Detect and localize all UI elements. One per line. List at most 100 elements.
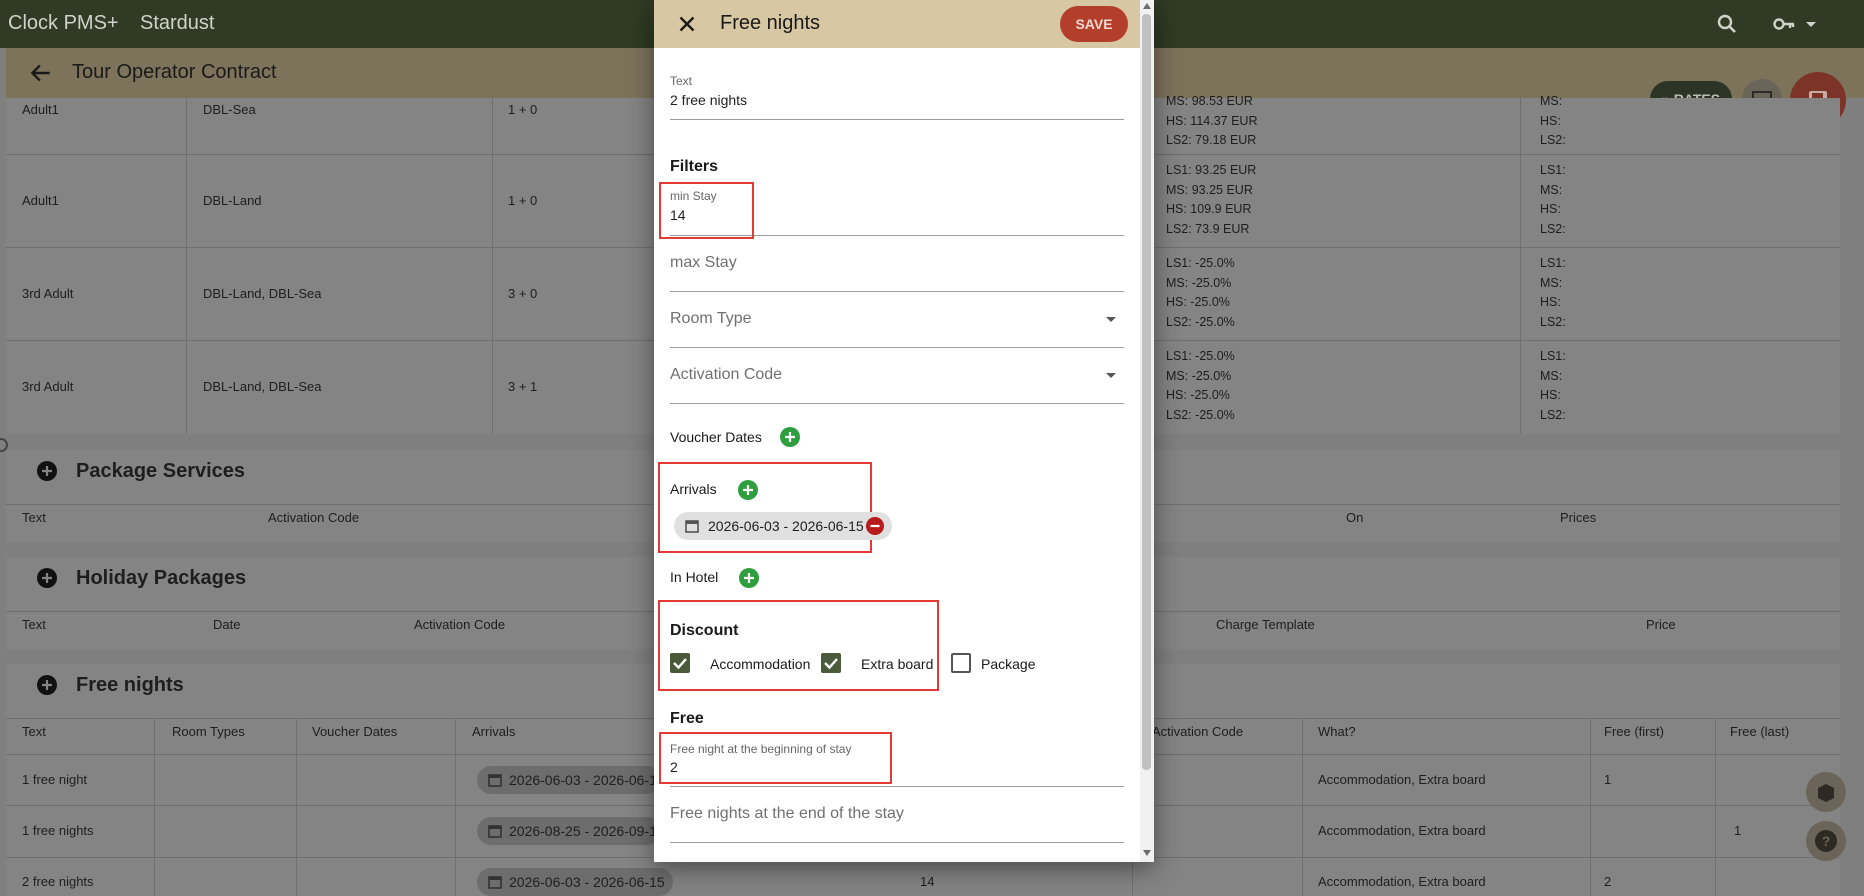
scroll-up-arrow-icon[interactable]	[1143, 3, 1151, 9]
hotel-name[interactable]: Stardust	[140, 12, 214, 35]
voucher-dates-label: Voucher Dates	[670, 429, 762, 445]
dropdown-arrow-icon[interactable]	[1106, 317, 1116, 322]
table-cell: Accommodation, Extra board	[1318, 874, 1486, 889]
column-header[interactable]: Text	[22, 617, 46, 632]
search-icon[interactable]	[1715, 12, 1739, 36]
table-cell: Accommodation, Extra board	[1318, 823, 1486, 838]
add-circle-icon[interactable]	[36, 567, 58, 589]
price-line: MS: 98.53 EUR	[1166, 94, 1253, 108]
table-cell: 2 free nights	[22, 874, 94, 889]
guide-button[interactable]	[1806, 772, 1846, 812]
arrival-chip-label: 2026-08-25 - 2026-09-10	[509, 823, 661, 839]
arrival-chip[interactable]: 2026-08-25 - 2026-09-10	[477, 817, 661, 845]
dialog-title: Free nights	[720, 12, 821, 34]
price-line: HS:	[1540, 388, 1561, 402]
arrival-chip[interactable]: 2026-06-03 - 2026-06-15	[477, 868, 673, 896]
price-line: LS2:	[1540, 133, 1566, 147]
field-placeholder: Free nights at the end of the stay	[670, 805, 904, 822]
extra-board-checkbox[interactable]	[821, 653, 841, 673]
column-header[interactable]: Arrivals	[472, 724, 515, 739]
column-header[interactable]: Free (last)	[1730, 724, 1789, 739]
price-line: LS2:	[1540, 314, 1566, 329]
price-line: HS: -25.0%	[1166, 388, 1230, 402]
table-cell: 1 free night	[22, 772, 88, 787]
column-header[interactable]: Charge Template	[1216, 617, 1315, 632]
price-line: HS: 114.37 EUR	[1166, 113, 1258, 128]
column-header[interactable]: Activation Code	[414, 617, 505, 632]
price-line: MS:	[1540, 275, 1563, 290]
add-in-hotel-icon[interactable]	[739, 568, 759, 588]
price-line: LS2: 79.18 EUR	[1166, 133, 1257, 147]
price-line: LS2:	[1540, 221, 1566, 236]
arrivals-label: Arrivals	[670, 481, 717, 497]
remove-circle-icon[interactable]	[866, 517, 884, 535]
price-line: LS1: -25.0%	[1166, 256, 1235, 270]
price-line: HS:	[1540, 202, 1561, 216]
text-field[interactable]: Text 2 free nights	[670, 66, 1124, 120]
key-icon[interactable]	[1772, 12, 1796, 36]
column-header[interactable]: Voucher Dates	[312, 724, 397, 739]
table-cell: DBL-Land, DBL-Sea	[203, 286, 322, 301]
column-header[interactable]: Text	[22, 724, 46, 739]
help-button[interactable]: ?	[1806, 821, 1846, 861]
price-line: LS1: 93.25 EUR	[1166, 163, 1257, 177]
scrollbar-thumb[interactable]	[1142, 14, 1151, 770]
price-line: LS2: -25.0%	[1166, 407, 1235, 422]
table-cell: 3 + 0	[508, 286, 538, 301]
scroll-down-arrow-icon[interactable]	[1143, 850, 1151, 856]
back-arrow-icon[interactable]	[28, 60, 54, 86]
book-icon	[1818, 784, 1834, 802]
activation-code-select[interactable]: Activation Code	[670, 348, 1124, 404]
column-header[interactable]: What?	[1318, 724, 1356, 739]
table-cell: 1 free nights	[22, 823, 94, 838]
free-end-field[interactable]: Free nights at the end of the stay	[670, 787, 1124, 843]
accommodation-checkbox[interactable]	[670, 653, 690, 673]
highlight-box	[658, 600, 939, 691]
checkbox-label[interactable]: Extra board	[861, 656, 933, 672]
table-cell: 14	[920, 874, 935, 889]
column-header[interactable]: Text	[22, 510, 46, 525]
calendar-icon	[488, 876, 502, 889]
checkbox-label[interactable]: Accommodation	[710, 656, 810, 672]
column-header[interactable]: Free (first)	[1604, 724, 1664, 739]
app-brand[interactable]: Clock PMS+	[8, 12, 119, 35]
room-type-select[interactable]: Room Type	[670, 292, 1124, 348]
max-stay-field[interactable]: max Stay	[670, 236, 1124, 292]
table-cell: DBL-Sea	[203, 102, 256, 117]
close-icon[interactable]	[674, 11, 700, 37]
arrival-date-chip[interactable]: 2026-06-03 - 2026-06-15	[674, 512, 892, 540]
save-button[interactable]: SAVE	[1060, 6, 1128, 42]
package-checkbox[interactable]	[951, 653, 971, 673]
column-header[interactable]: Activation Code	[1152, 724, 1243, 739]
column-header[interactable]: Activation Code	[268, 510, 359, 525]
column-header[interactable]: On	[1346, 510, 1363, 525]
column-header[interactable]: Price	[1646, 617, 1676, 632]
add-voucher-date-icon[interactable]	[780, 427, 800, 447]
price-line: HS:	[1540, 295, 1561, 309]
price-line: LS1:	[1540, 256, 1566, 270]
highlight-box	[659, 182, 754, 239]
add-arrival-icon[interactable]	[738, 480, 758, 500]
discount-heading: Discount	[670, 622, 739, 639]
table-cell: 3 + 1	[508, 379, 538, 394]
arrival-chip-label: 2026-06-03 - 2026-06-15	[708, 518, 864, 534]
field-value[interactable]: 2 free nights	[670, 92, 747, 108]
section-title: Holiday Packages	[76, 567, 247, 589]
page-title: Tour Operator Contract	[72, 61, 277, 83]
field-label: Text	[670, 74, 693, 88]
column-header[interactable]: Prices	[1560, 510, 1596, 525]
dropdown-arrow-icon[interactable]	[1106, 373, 1116, 378]
checkmark-icon	[673, 658, 687, 670]
add-circle-icon[interactable]	[36, 674, 58, 696]
column-header[interactable]: Date	[213, 617, 240, 632]
table-cell: DBL-Land	[203, 193, 262, 208]
table-cell: Adult1	[22, 193, 59, 208]
chevron-down-icon[interactable]	[1804, 12, 1818, 36]
add-circle-icon[interactable]	[36, 460, 58, 482]
checkmark-icon	[824, 658, 838, 670]
field-placeholder: Room Type	[670, 310, 752, 327]
column-header[interactable]: Room Types	[172, 724, 245, 739]
table-cell: 2	[1604, 874, 1612, 889]
checkbox-label[interactable]: Package	[981, 656, 1035, 672]
arrival-chip[interactable]: 2026-06-03 - 2026-06-15	[477, 766, 661, 794]
